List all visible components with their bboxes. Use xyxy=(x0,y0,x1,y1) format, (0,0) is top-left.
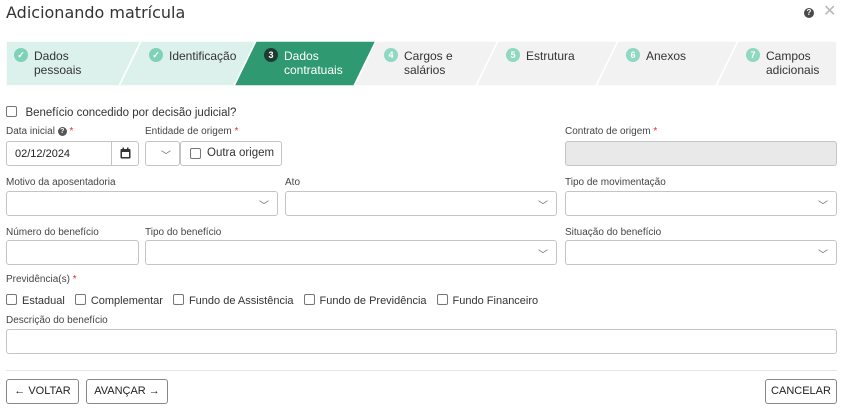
judicial-decision-label: Benefício concedido por decisão judicial… xyxy=(25,107,237,119)
dialog-title: Adicionando matrícula xyxy=(6,3,186,22)
check-icon: ✓ xyxy=(14,48,28,62)
situacao-beneficio-label: Situação do benefício xyxy=(565,227,662,238)
previdencia-option[interactable]: Fundo Financeiro xyxy=(436,291,539,308)
contrato-origem-label: Contrato de origem * xyxy=(565,126,658,137)
situacao-beneficio-select[interactable]: ﹀ xyxy=(565,240,837,265)
judicial-decision-row: Benefício concedido por decisão judicial… xyxy=(6,103,236,121)
step-number-badge: 3 xyxy=(264,48,278,62)
step-label: Anexos xyxy=(646,49,687,63)
tipo-beneficio-select[interactable]: ﹀ xyxy=(145,240,557,265)
previdencia-option-label: Fundo Financeiro xyxy=(452,295,539,307)
data-inicial-field[interactable]: 02/12/2024 xyxy=(6,141,139,166)
data-inicial-label: Data inicial ? * xyxy=(6,126,74,137)
outra-origem-checkbox[interactable] xyxy=(190,148,201,159)
previdencia-option[interactable]: Estadual xyxy=(6,291,65,308)
ato-select[interactable]: ﹀ xyxy=(285,191,557,216)
numero-beneficio-label: Número do benefício xyxy=(6,227,99,238)
previdencia-option-label: Fundo de Assistência xyxy=(188,295,294,307)
previdencia-option[interactable]: Fundo de Previdência xyxy=(303,291,427,308)
step-7[interactable]: 7 Campos adicionais xyxy=(716,41,837,86)
chevron-down-icon: ﹀ xyxy=(818,250,828,261)
next-button[interactable]: AVANÇAR → xyxy=(86,379,168,404)
previdencia-option-label: Estadual xyxy=(22,295,65,307)
previdencia-checkbox[interactable] xyxy=(6,294,17,306)
previdencia-option-label: Fundo de Previdência xyxy=(319,295,427,307)
info-icon[interactable]: ? xyxy=(57,126,67,136)
entidade-origem-label: Entidade de origem * xyxy=(145,126,239,137)
tipo-beneficio-label: Tipo do benefício xyxy=(145,227,222,238)
previdencia-option-label: Complementar xyxy=(90,295,163,307)
previdencia-checkbox[interactable] xyxy=(172,294,184,306)
step-label: Dados pessoais xyxy=(34,49,82,77)
step-number-badge: 4 xyxy=(384,48,398,62)
back-button[interactable]: ← VOLTAR xyxy=(6,379,79,404)
step-number-badge: 5 xyxy=(506,48,520,62)
wizard-stepper: ✓ Dados pessoais ✓ Identificação 3 Dados cont… xyxy=(6,41,837,86)
data-inicial-value: 02/12/2024 xyxy=(15,148,71,160)
help-icon[interactable]: ? xyxy=(804,8,814,18)
cancel-button[interactable]: CANCELAR xyxy=(765,379,837,404)
footer-divider xyxy=(6,370,837,371)
arrow-left-icon: ← xyxy=(14,385,26,397)
descricao-beneficio-input[interactable] xyxy=(6,329,837,354)
check-icon: ✓ xyxy=(149,48,163,62)
step-label: Campos adicionais xyxy=(766,49,820,77)
chevron-down-icon: ﹀ xyxy=(161,151,171,162)
calendar-icon[interactable] xyxy=(120,147,131,162)
step-label: Dados contratuais xyxy=(284,49,343,77)
previdencia-option[interactable]: Complementar xyxy=(74,291,163,308)
previdencia-checkbox[interactable] xyxy=(74,294,86,306)
ato-label: Ato xyxy=(285,177,301,188)
step-label: Cargos e salários xyxy=(404,49,453,77)
contrato-origem-field xyxy=(565,141,837,166)
chevron-down-icon: ﹀ xyxy=(538,250,548,261)
motivo-aposentadoria-label: Motivo da aposentadoria xyxy=(6,177,116,188)
step-number-badge: 6 xyxy=(626,48,640,62)
previdencia-checkbox[interactable] xyxy=(436,294,448,306)
outra-origem-label: Outra origem xyxy=(207,147,275,159)
judicial-decision-checkbox[interactable] xyxy=(6,106,17,118)
step-label: Identificação xyxy=(169,49,237,63)
numero-beneficio-input[interactable] xyxy=(6,240,139,265)
previdencias-label: Previdência(s) * xyxy=(6,274,77,285)
outra-origem-toggle[interactable]: Outra origem xyxy=(180,141,282,166)
step-number-badge: 7 xyxy=(746,48,760,62)
previdencia-checkbox[interactable] xyxy=(303,294,315,306)
motivo-aposentadoria-select[interactable]: ﹀ xyxy=(6,191,278,216)
date-divider xyxy=(111,142,112,165)
arrow-right-icon: → xyxy=(148,385,160,397)
step-label: Estrutura xyxy=(526,49,575,63)
descricao-beneficio-label: Descrição do benefício xyxy=(6,315,108,326)
chevron-down-icon: ﹀ xyxy=(538,201,548,212)
close-icon[interactable]: ✕ xyxy=(823,2,836,22)
previdencias-options: Estadual Complementar Fundo de Assistência… xyxy=(6,291,548,309)
chevron-down-icon: ﹀ xyxy=(818,201,828,212)
previdencia-option[interactable]: Fundo de Assistência xyxy=(172,291,294,308)
entidade-origem-select[interactable]: ﹀ xyxy=(145,141,180,166)
chevron-down-icon: ﹀ xyxy=(259,201,269,212)
tipo-movimentacao-select[interactable]: ﹀ xyxy=(565,191,837,216)
dialog-header: Adicionando matrícula ? ✕ xyxy=(0,0,843,26)
tipo-movimentacao-label: Tipo de movimentação xyxy=(565,177,666,188)
